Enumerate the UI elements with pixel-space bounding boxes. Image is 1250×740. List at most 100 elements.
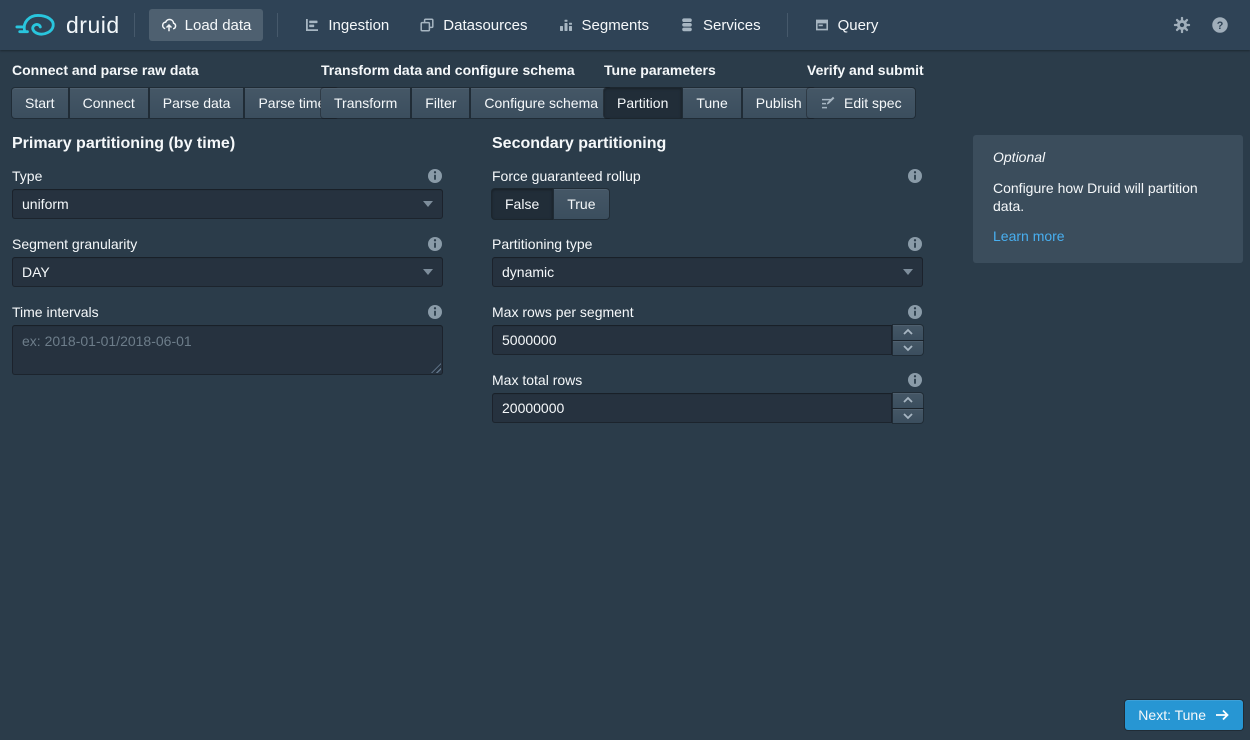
- nav-query[interactable]: Query: [802, 9, 891, 41]
- primary-partitioning-heading: Primary partitioning (by time): [12, 135, 443, 153]
- caret-down-icon: [423, 201, 433, 207]
- info-icon[interactable]: [427, 168, 443, 184]
- nav-query-label: Query: [838, 17, 879, 34]
- step-navigation: Connect and parse raw data Start Connect…: [0, 62, 1250, 135]
- rollup-false-button[interactable]: False: [492, 189, 552, 219]
- number-stepper: [893, 393, 923, 423]
- info-icon[interactable]: [907, 168, 923, 184]
- nav-load-data-label: Load data: [185, 17, 252, 34]
- nav-datasources-label: Datasources: [443, 17, 527, 34]
- step-parse-data-button[interactable]: Parse data: [150, 88, 244, 118]
- info-icon[interactable]: [427, 236, 443, 252]
- navbar-right: ?: [1167, 10, 1235, 40]
- type-select[interactable]: uniform: [12, 189, 443, 219]
- step-start-button[interactable]: Start: [12, 88, 68, 118]
- rollup-toggle-group: False True: [492, 189, 609, 219]
- stepper-up-button[interactable]: [893, 393, 923, 408]
- type-field: Type uniform: [12, 167, 443, 219]
- stepper-down-button[interactable]: [893, 341, 923, 356]
- step-partition-button[interactable]: Partition: [604, 88, 681, 118]
- rollup-true-button[interactable]: True: [554, 189, 608, 219]
- time-intervals-field: Time intervals: [12, 303, 443, 375]
- number-stepper: [893, 325, 923, 355]
- nav-ingestion[interactable]: Ingestion: [292, 9, 401, 41]
- step-buttons-tune: Partition Tune Publish: [604, 88, 815, 118]
- secondary-partitioning-section: Secondary partitioning Force guaranteed …: [492, 135, 923, 439]
- nav-services[interactable]: Services: [667, 9, 773, 41]
- step-buttons-transform: Transform Filter Configure schema: [321, 88, 611, 118]
- chevron-up-icon: [902, 396, 914, 404]
- chevron-down-icon: [902, 412, 914, 420]
- nav-segments[interactable]: Segments: [546, 9, 662, 41]
- secondary-partitioning-heading: Secondary partitioning: [492, 135, 923, 153]
- nav-datasources[interactable]: Datasources: [407, 9, 539, 41]
- type-select-value: uniform: [22, 196, 69, 212]
- info-callout: Optional Configure how Druid will partit…: [973, 135, 1243, 263]
- druid-swirl-icon: [15, 10, 57, 40]
- stepper-down-button[interactable]: [893, 409, 923, 424]
- step-connect-button[interactable]: Connect: [70, 88, 148, 118]
- top-navbar: druid Load data Ingestion Datasources: [0, 0, 1250, 50]
- caret-down-icon: [423, 269, 433, 275]
- partitioning-type-select[interactable]: dynamic: [492, 257, 923, 287]
- step-publish-button[interactable]: Publish: [743, 88, 815, 118]
- step-buttons-verify: Edit spec: [807, 88, 915, 118]
- max-rows-per-segment-input[interactable]: [492, 325, 892, 355]
- partitioning-type-label: Partitioning type: [492, 236, 592, 252]
- bar-chart-icon: [558, 17, 574, 33]
- force-guaranteed-rollup-label: Force guaranteed rollup: [492, 168, 641, 184]
- time-intervals-label: Time intervals: [12, 304, 99, 320]
- primary-partitioning-section: Primary partitioning (by time) Type unif…: [12, 135, 443, 391]
- chevron-up-icon: [902, 328, 914, 336]
- nav-segments-label: Segments: [582, 17, 650, 34]
- edit-spec-icon: [820, 95, 836, 111]
- navbar-divider: [134, 13, 135, 37]
- step-filter-button[interactable]: Filter: [412, 88, 469, 118]
- max-rows-per-segment-label: Max rows per segment: [492, 304, 634, 320]
- navbar-divider: [787, 13, 788, 37]
- stepper-up-button[interactable]: [893, 325, 923, 340]
- info-icon[interactable]: [907, 304, 923, 320]
- edit-spec-button[interactable]: Edit spec: [807, 88, 915, 118]
- gantt-chart-icon: [304, 17, 320, 33]
- step-group-transform: Transform data and configure schema Tran…: [321, 62, 611, 118]
- type-label: Type: [12, 168, 42, 184]
- info-icon[interactable]: [427, 304, 443, 320]
- max-total-rows-field: Max total rows: [492, 371, 923, 423]
- time-intervals-input[interactable]: [12, 325, 443, 375]
- info-icon[interactable]: [907, 372, 923, 388]
- nav-services-label: Services: [703, 17, 761, 34]
- step-buttons-connect: Start Connect Parse data Parse time: [12, 88, 338, 118]
- learn-more-link[interactable]: Learn more: [993, 228, 1065, 244]
- partitioning-type-field: Partitioning type dynamic: [492, 235, 923, 287]
- step-group-tune: Tune parameters Partition Tune Publish: [604, 62, 815, 118]
- step-configure-schema-button[interactable]: Configure schema: [471, 88, 611, 118]
- callout-title: Optional: [993, 149, 1223, 165]
- step-tune-button[interactable]: Tune: [683, 88, 740, 118]
- database-icon: [679, 17, 695, 33]
- nav-ingestion-label: Ingestion: [328, 17, 389, 34]
- max-total-rows-input[interactable]: [492, 393, 892, 423]
- navbar-items: Ingestion Datasources Segments: [292, 9, 772, 41]
- duplicate-icon: [419, 17, 435, 33]
- step-group-title: Transform data and configure schema: [321, 62, 611, 78]
- help-icon: ?: [1211, 16, 1229, 34]
- cloud-upload-icon: [161, 17, 177, 33]
- segment-granularity-label: Segment granularity: [12, 236, 137, 252]
- navbar-divider: [277, 13, 278, 37]
- druid-logo[interactable]: druid: [15, 10, 120, 40]
- caret-down-icon: [903, 269, 913, 275]
- help-button[interactable]: ?: [1205, 10, 1235, 40]
- nav-load-data[interactable]: Load data: [149, 9, 264, 41]
- step-group-title: Connect and parse raw data: [12, 62, 338, 78]
- settings-button[interactable]: [1167, 10, 1197, 40]
- info-icon[interactable]: [907, 236, 923, 252]
- step-transform-button[interactable]: Transform: [321, 88, 410, 118]
- partitioning-type-value: dynamic: [502, 264, 554, 280]
- next-tune-label: Next: Tune: [1138, 707, 1206, 723]
- segment-granularity-select[interactable]: DAY: [12, 257, 443, 287]
- edit-spec-label: Edit spec: [844, 95, 902, 111]
- next-tune-button[interactable]: Next: Tune: [1125, 700, 1243, 730]
- segment-granularity-value: DAY: [22, 264, 50, 280]
- brand-name: druid: [66, 12, 120, 39]
